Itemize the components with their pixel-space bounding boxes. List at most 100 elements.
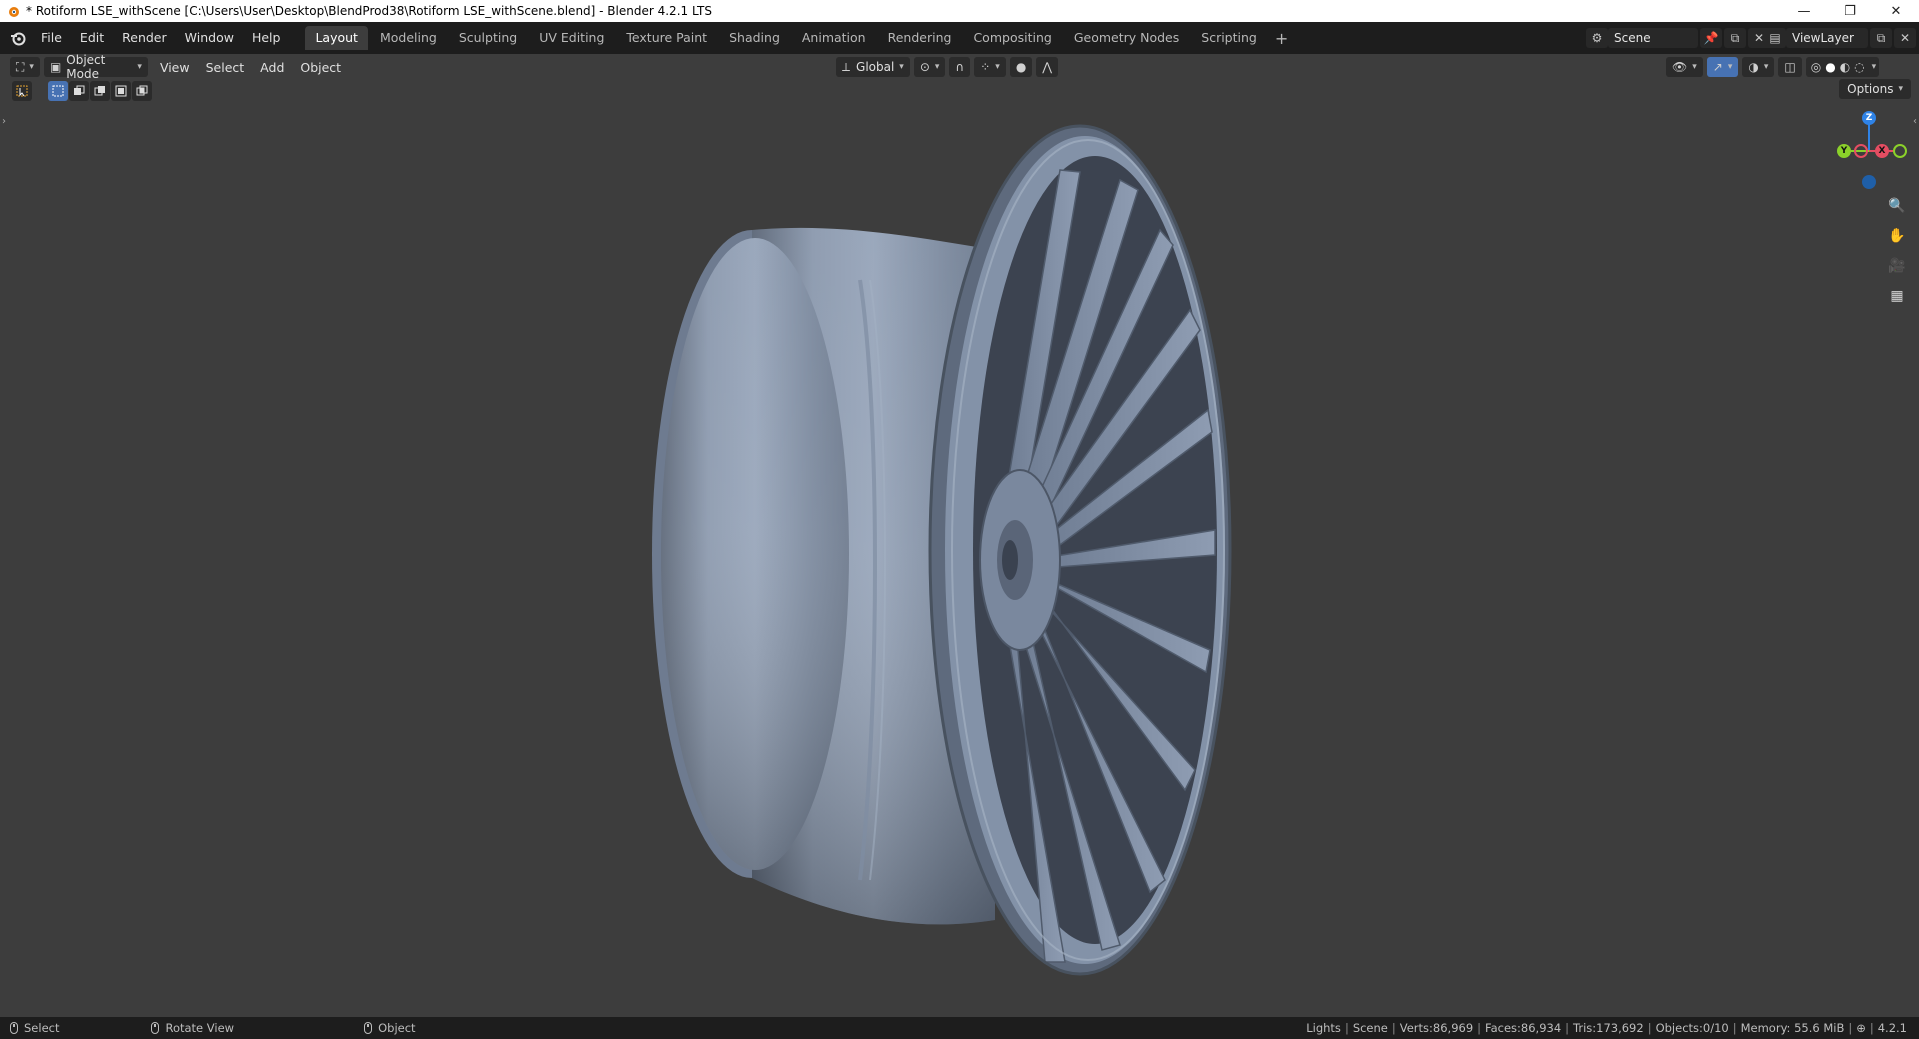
mouse-middle-icon — [151, 1022, 160, 1034]
menu-edit[interactable]: Edit — [71, 27, 113, 49]
snap-target-dropdown[interactable]: ⁘ ▾ — [974, 57, 1006, 77]
falloff-dropdown[interactable]: ⋀ — [1036, 57, 1059, 77]
menu-window[interactable]: Window — [176, 27, 243, 49]
stat-objects: Objects:0/10 — [1655, 1021, 1729, 1035]
blender-logo-icon[interactable] — [4, 24, 32, 52]
camera-view-icon[interactable]: 🎥 — [1884, 253, 1910, 279]
menu-view[interactable]: View — [152, 60, 198, 75]
tab-layout[interactable]: Layout — [305, 26, 368, 50]
xray-icon: ◫ — [1784, 60, 1796, 74]
overlays-toggle[interactable]: ◑ ▾ — [1742, 57, 1775, 77]
tab-geometry-nodes[interactable]: Geometry Nodes — [1064, 26, 1189, 50]
pivot-point-dropdown[interactable]: ⊙ ▾ — [913, 57, 946, 77]
chevron-down-icon: ▾ — [29, 62, 34, 72]
scene-statistics: Lights | Scene | Verts:86,969 | Faces:86,93… — [1306, 1021, 1907, 1035]
tab-uv-editing[interactable]: UV Editing — [529, 26, 614, 50]
mode-label: Object Mode — [66, 53, 106, 81]
stat-version: 4.2.1 — [1877, 1021, 1907, 1035]
mouse-left-icon — [10, 1022, 18, 1034]
pan-hand-icon[interactable]: ✋ — [1884, 223, 1910, 249]
perspective-grid-icon[interactable]: ▦ — [1884, 283, 1910, 309]
tab-scripting[interactable]: Scripting — [1191, 26, 1267, 50]
new-viewlayer-icon[interactable]: ⧉ — [1870, 28, 1892, 48]
xray-toggle[interactable]: ◫ — [1778, 57, 1802, 77]
gizmo-x-axis[interactable]: X — [1875, 144, 1889, 158]
chevron-down-icon: ▾ — [1727, 62, 1733, 72]
status-hint-label: Rotate View — [165, 1021, 235, 1035]
gizmo-z-axis[interactable]: Z — [1862, 111, 1876, 125]
scene-selector: ⚙ Scene 📌 ⧉ ✕ — [1584, 27, 1770, 49]
viewlayer-browse-icon[interactable]: ▤ — [1764, 28, 1786, 48]
snap-toggle[interactable]: ∩ — [949, 57, 971, 77]
rendered-shading-icon[interactable]: ◌ — [1854, 60, 1864, 74]
select-tool-icon[interactable] — [12, 81, 32, 101]
material-shading-icon[interactable]: ◐ — [1840, 60, 1850, 74]
chevron-down-icon: ▾ — [1692, 62, 1697, 72]
add-workspace-button[interactable]: + — [1269, 29, 1294, 48]
orientation-icon: ⟂ — [842, 59, 851, 74]
pin-icon[interactable]: 📌 — [1700, 28, 1722, 48]
menu-select[interactable]: Select — [198, 60, 253, 75]
magnet-icon: ∩ — [955, 60, 965, 74]
gizmo-y-axis[interactable]: Y — [1837, 144, 1851, 158]
editor-type-dropdown[interactable]: ⛶ ▾ — [10, 57, 40, 77]
menu-help[interactable]: Help — [243, 27, 290, 49]
status-bar: Select Rotate View Object Lights | Scene |… — [0, 1017, 1919, 1039]
gizmo-neg-z-axis[interactable] — [1862, 175, 1876, 189]
viewlayer-name-field[interactable]: ViewLayer — [1786, 28, 1868, 48]
status-hint-label: Object — [378, 1021, 416, 1035]
stat-tris: Tris:173,692 — [1573, 1021, 1644, 1035]
scene-name-field[interactable]: Scene — [1608, 28, 1698, 48]
window-title-bar: * Rotiform LSE_withScene [C:\Users\User\… — [0, 0, 1919, 22]
navigation-gizmo[interactable]: Z Y X — [1825, 110, 1915, 190]
tab-modeling[interactable]: Modeling — [370, 26, 447, 50]
tab-compositing[interactable]: Compositing — [963, 26, 1061, 50]
menu-file[interactable]: File — [32, 27, 71, 49]
tab-rendering[interactable]: Rendering — [878, 26, 962, 50]
menu-add[interactable]: Add — [252, 60, 292, 75]
wireframe-shading-icon[interactable]: ◎ — [1811, 60, 1821, 74]
shading-modes: ◎ ● ◐ ◌ ▾ — [1805, 57, 1880, 77]
new-scene-icon[interactable]: ⧉ — [1724, 28, 1746, 48]
chevron-down-icon: ▾ — [1763, 62, 1769, 72]
maximize-button[interactable]: ❐ — [1827, 0, 1873, 22]
proportional-edit-toggle[interactable]: ● — [1009, 57, 1033, 77]
select-intersect-mode-icon[interactable] — [132, 81, 152, 101]
minimize-button[interactable]: — — [1781, 0, 1827, 22]
chevron-down-icon: ▾ — [899, 62, 904, 72]
blender-app-icon — [9, 7, 19, 17]
options-dropdown[interactable]: Options ▾ — [1839, 79, 1911, 99]
stat-faces: Faces:86,934 — [1485, 1021, 1562, 1035]
chevron-down-icon[interactable]: ▾ — [1872, 62, 1877, 72]
toolbar-expand-icon[interactable]: › — [2, 116, 6, 127]
select-subtract-mode-icon[interactable] — [90, 81, 110, 101]
close-window-button[interactable]: ✕ — [1873, 0, 1919, 22]
overlays-icon: ◑ — [1748, 60, 1759, 74]
select-new-mode-icon[interactable] — [48, 81, 68, 101]
tab-animation[interactable]: Animation — [792, 26, 876, 50]
wheel-3d-model[interactable] — [540, 110, 1240, 990]
select-extend-mode-icon[interactable] — [69, 81, 89, 101]
gizmo-toggle[interactable]: ↗ ▾ — [1706, 57, 1739, 77]
stat-scene: Scene — [1352, 1021, 1388, 1035]
menu-render[interactable]: Render — [113, 27, 176, 49]
object-mode-icon: ▣ — [49, 60, 62, 74]
scene-browse-icon[interactable]: ⚙ — [1586, 28, 1608, 48]
visibility-dropdown[interactable]: 👁 ▾ — [1666, 57, 1703, 77]
delete-viewlayer-icon[interactable]: ✕ — [1894, 28, 1916, 48]
tab-sculpting[interactable]: Sculpting — [449, 26, 527, 50]
gizmo-neg-x-axis[interactable] — [1854, 144, 1868, 158]
zoom-icon[interactable]: 🔍 — [1884, 193, 1910, 219]
gizmo-neg-y-axis[interactable] — [1893, 144, 1907, 158]
mode-dropdown[interactable]: ▣ Object Mode ▾ — [43, 53, 148, 81]
tab-shading[interactable]: Shading — [719, 26, 790, 50]
transform-orientation-dropdown[interactable]: ⟂ Global ▾ — [836, 57, 910, 77]
solid-shading-icon[interactable]: ● — [1825, 60, 1835, 74]
select-invert-mode-icon[interactable] — [111, 81, 131, 101]
menu-object[interactable]: Object — [292, 60, 349, 75]
stat-collection: Lights — [1306, 1021, 1341, 1035]
viewlayer-selector: ▤ ViewLayer ⧉ ✕ — [1762, 27, 1916, 49]
workspace-tabs: Layout Modeling Sculpting UV Editing Tex… — [305, 26, 1294, 50]
chevron-down-icon: ▾ — [137, 62, 142, 72]
tab-texture-paint[interactable]: Texture Paint — [616, 26, 717, 50]
